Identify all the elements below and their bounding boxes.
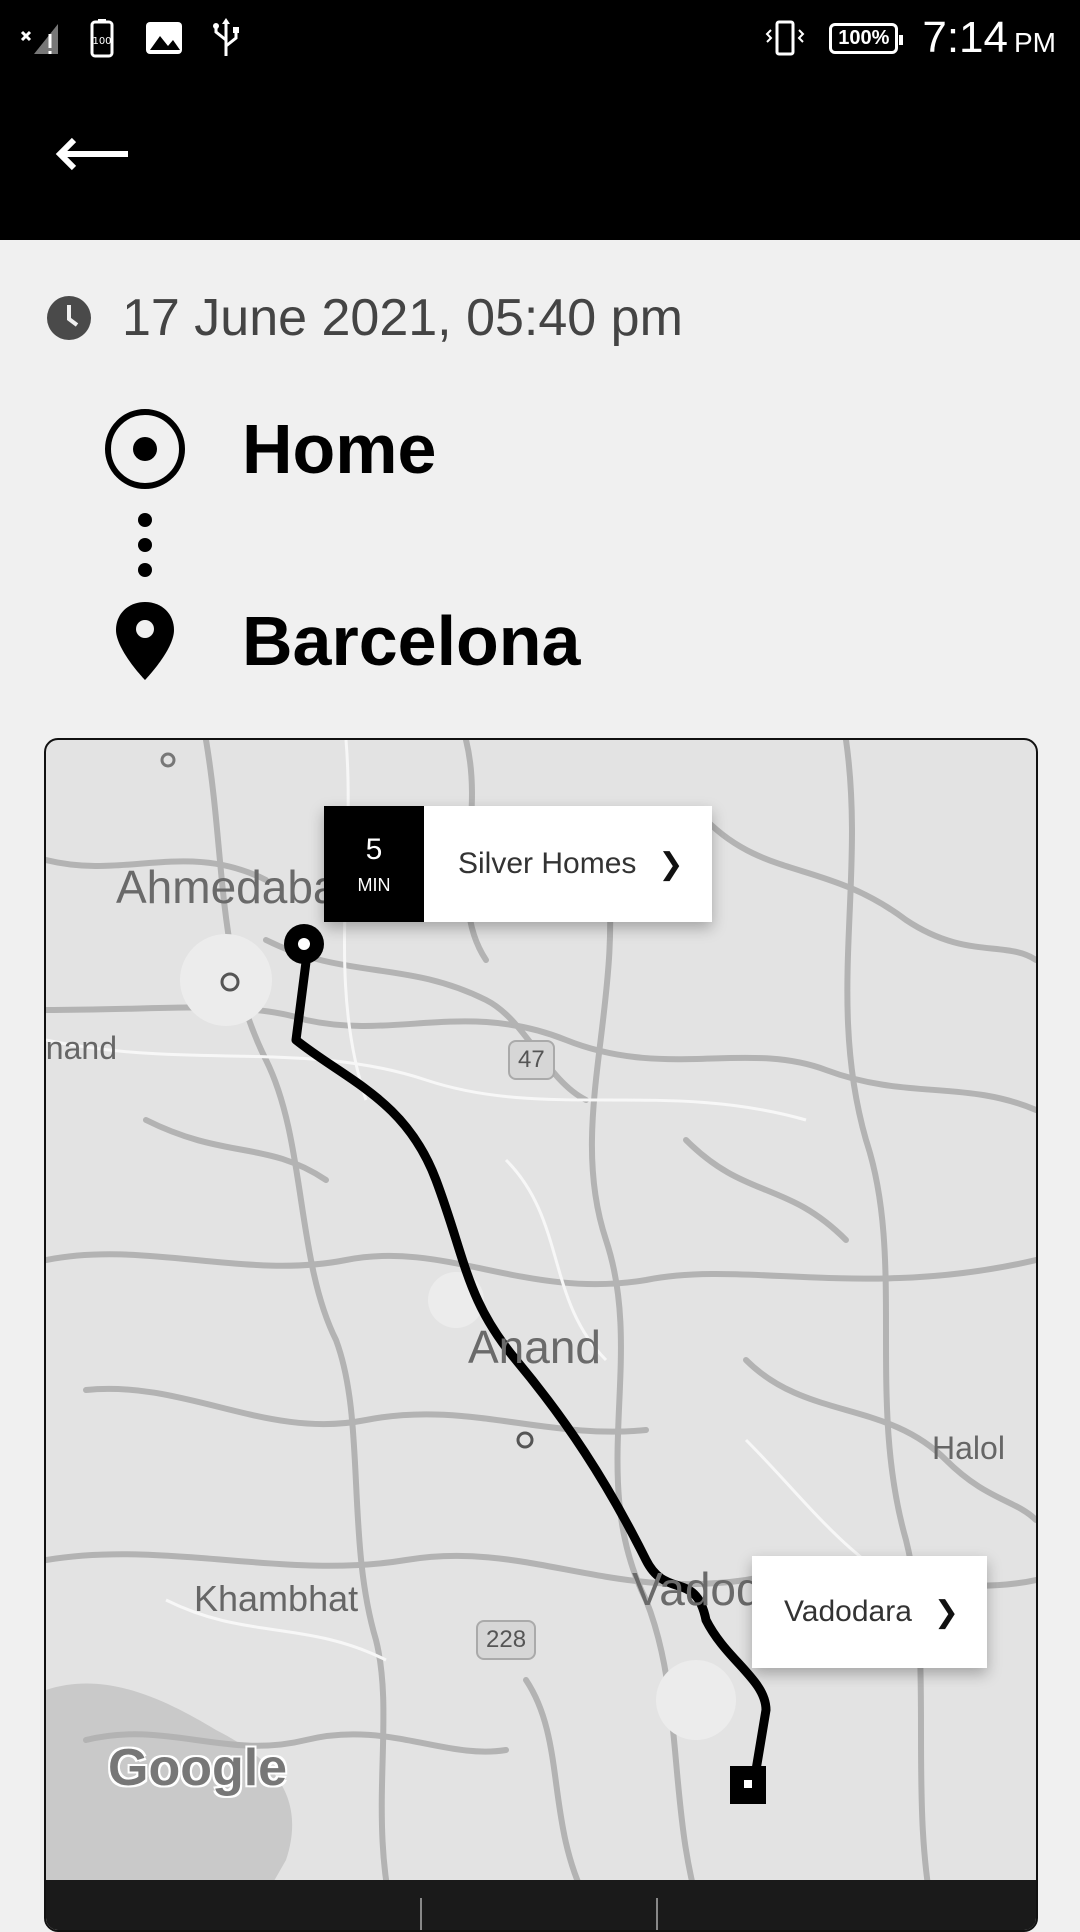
- arrow-left-icon: [55, 137, 128, 171]
- image-icon: [146, 22, 182, 54]
- chevron-right-icon: ❯: [658, 847, 684, 881]
- location-pin-icon: [116, 602, 174, 680]
- city-label-anand: Anand: [468, 1321, 602, 1373]
- dropoff-callout-label: Vadodara: [784, 1595, 912, 1628]
- eta-badge: 5 MIN: [324, 806, 424, 922]
- app-bar: [0, 76, 1080, 240]
- usb-icon: [213, 18, 239, 56]
- route-map[interactable]: Ahmedabad anand Anand Halol Khambhat Vad…: [44, 738, 1038, 1932]
- pickup-callout-label: Silver Homes: [458, 847, 637, 880]
- pickup-target-icon: [105, 409, 185, 489]
- svg-text:100: 100: [92, 36, 111, 47]
- dropoff-label: Barcelona: [242, 602, 581, 680]
- eta-unit: MIN: [357, 874, 391, 895]
- route-shield-228: 228: [476, 1620, 537, 1660]
- city-label-khambhat: Khambhat: [194, 1578, 359, 1619]
- clock-icon: [47, 296, 91, 340]
- battery-100-icon: 100: [90, 19, 114, 58]
- city-label-halol: Halol: [932, 1430, 1005, 1466]
- chevron-right-icon: ❯: [933, 1595, 960, 1629]
- eta-value: 5: [365, 832, 383, 866]
- pickup-label: Home: [242, 410, 437, 488]
- google-logo: Google: [108, 1739, 288, 1797]
- city-label-anand-left: anand: [45, 1030, 117, 1066]
- status-time: 7:14 PM: [922, 13, 1056, 62]
- vibrate-icon: [765, 20, 805, 56]
- trip-datetime: 17 June 2021, 05:40 pm: [122, 289, 683, 347]
- map-bottom-bar: [46, 1880, 1036, 1930]
- pickup-callout[interactable]: 5 MIN Silver Homes ❯: [324, 806, 712, 922]
- divider: [420, 1898, 422, 1930]
- status-bar: 100 100% 7:14 PM: [0, 0, 1080, 76]
- battery-percentage: 100%: [829, 22, 904, 54]
- route-shield-47: 47: [508, 1040, 555, 1080]
- route-dots-icon: [138, 513, 152, 577]
- dropoff-callout[interactable]: Vadodara ❯: [752, 1556, 988, 1668]
- signal-off-icon: [20, 24, 58, 54]
- divider: [656, 1898, 658, 1930]
- trip-date-row: 17 June 2021, 05:40 pm: [46, 288, 683, 348]
- back-button[interactable]: [54, 124, 134, 184]
- pickup-stop: Home: [104, 408, 436, 490]
- dropoff-stop: Barcelona: [104, 600, 580, 682]
